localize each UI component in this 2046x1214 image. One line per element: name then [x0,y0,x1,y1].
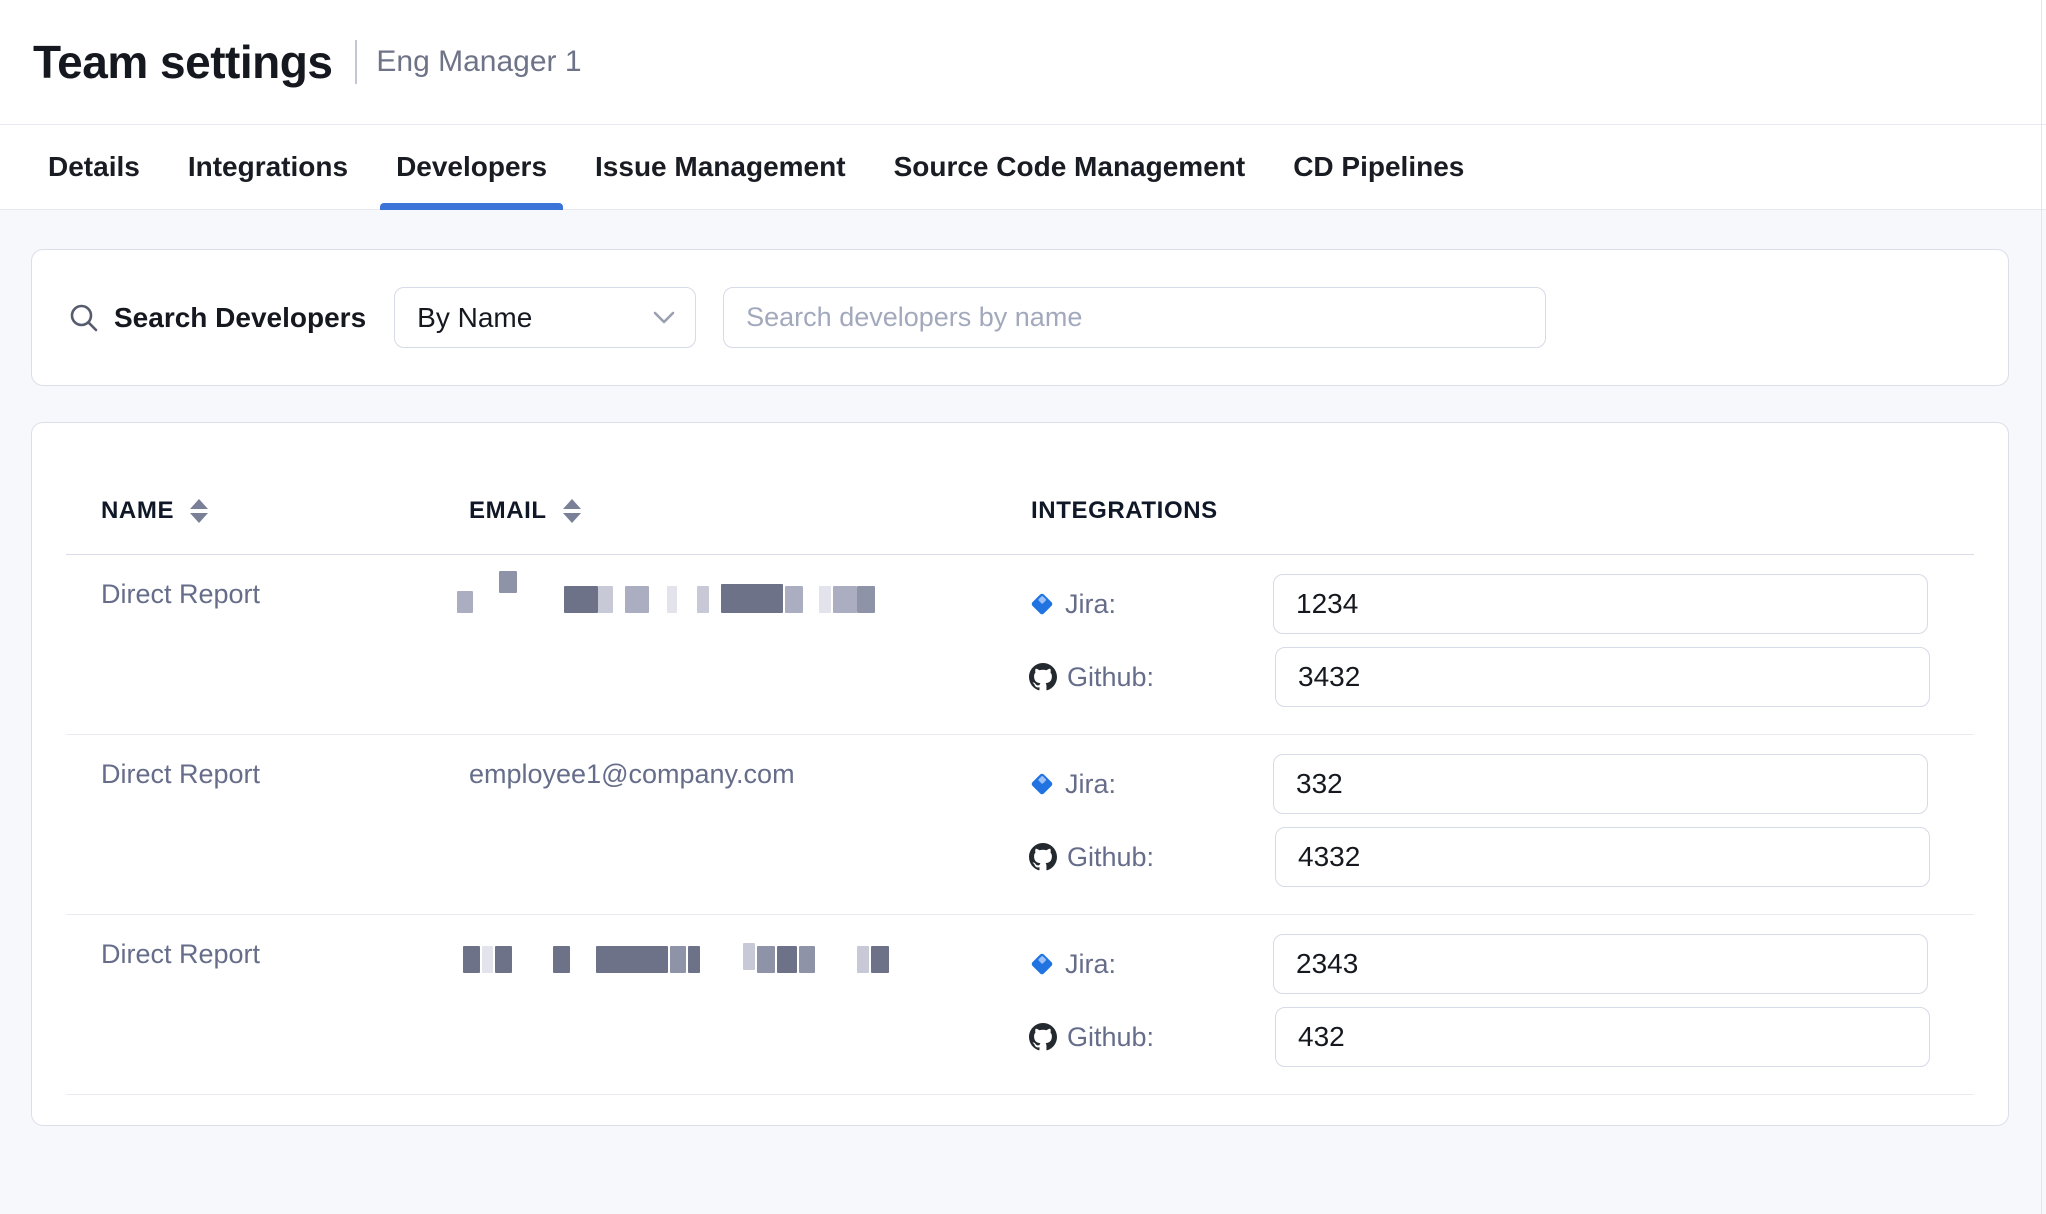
search-icon [68,302,100,334]
filter-selected-value: By Name [417,302,532,334]
developer-email: employee1@company.com [469,759,795,790]
redacted-email [469,915,929,995]
github-id-input[interactable] [1275,827,1930,887]
tab-developers[interactable]: Developers [396,125,547,209]
settings-tabs: Details Integrations Developers Issue Ma… [0,125,2046,210]
github-id-input[interactable] [1275,1007,1930,1067]
jira-icon [1029,771,1055,797]
search-filter-select[interactable]: By Name [394,287,696,348]
jira-integration-row: Jira: [1029,754,1930,814]
table-row: Direct Report Jira: Github: [32,915,2008,1095]
jira-id-input[interactable] [1273,754,1928,814]
developer-name: Direct Report [101,579,260,610]
github-icon [1029,663,1057,691]
tab-details[interactable]: Details [48,125,140,209]
page-title: Team settings [33,35,332,89]
jira-integration-row: Jira: [1029,574,1930,634]
integrations-cell: Jira: Github: [1029,934,1930,1080]
sort-icon[interactable] [190,499,208,523]
tab-integrations[interactable]: Integrations [188,125,348,209]
team-settings-page: Team settings Eng Manager 1 Details Inte… [0,0,2046,1214]
jira-label: Jira: [1065,589,1273,620]
search-developers-label: Search Developers [114,302,366,334]
tab-cd-pipelines[interactable]: CD Pipelines [1293,125,1464,209]
integrations-cell: Jira: Github: [1029,754,1930,900]
search-input[interactable] [723,287,1546,348]
developer-name: Direct Report [101,939,260,970]
table-row: Direct Report Jira: Github: [32,555,2008,735]
github-id-input[interactable] [1275,647,1930,707]
github-label: Github: [1067,662,1275,693]
column-header-integrations: INTEGRATIONS [1031,497,1218,525]
jira-icon [1029,951,1055,977]
github-integration-row: Github: [1029,1007,1930,1067]
jira-label: Jira: [1065,769,1273,800]
github-integration-row: Github: [1029,827,1930,887]
integrations-cell: Jira: Github: [1029,574,1930,720]
column-header-name: NAME [101,497,208,525]
sort-icon[interactable] [563,499,581,523]
team-name-subtitle: Eng Manager 1 [376,45,581,79]
table-header-row: NAME EMAIL INTEGRATIONS [32,423,2008,555]
github-icon [1029,843,1057,871]
developers-table-card: NAME EMAIL INTEGRATIONS Direct Report [31,422,2009,1126]
page-header: Team settings Eng Manager 1 [0,0,2046,125]
github-label: Github: [1067,1022,1275,1053]
search-developers-card: Search Developers By Name [31,249,2009,386]
redacted-email [469,555,929,635]
github-icon [1029,1023,1057,1051]
jira-id-input[interactable] [1273,934,1928,994]
title-separator [355,40,357,84]
tab-source-code-management[interactable]: Source Code Management [894,125,1246,209]
jira-integration-row: Jira: [1029,934,1930,994]
scrollbar-edge [2041,0,2042,1214]
jira-label: Jira: [1065,949,1273,980]
jira-id-input[interactable] [1273,574,1928,634]
developer-name: Direct Report [101,759,260,790]
jira-icon [1029,591,1055,617]
column-header-email: EMAIL [469,497,581,525]
github-label: Github: [1067,842,1275,873]
tab-issue-management[interactable]: Issue Management [595,125,846,209]
chevron-down-icon [653,311,675,325]
table-row: Direct Report employee1@company.com Jira… [32,735,2008,915]
github-integration-row: Github: [1029,647,1930,707]
